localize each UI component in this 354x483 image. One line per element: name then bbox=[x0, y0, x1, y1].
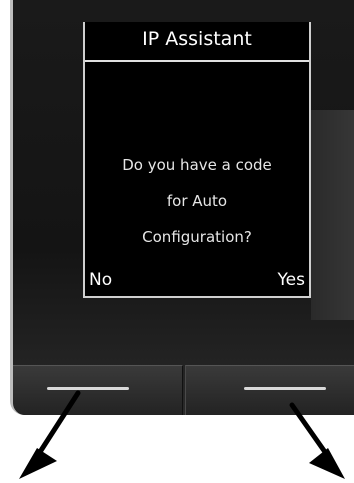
handset-illustration: IP Assistant Do you have a code for Auto… bbox=[0, 0, 354, 483]
pointer-arrows bbox=[19, 390, 345, 479]
left-arrow-icon bbox=[19, 390, 81, 479]
right-arrow-icon bbox=[289, 402, 345, 479]
